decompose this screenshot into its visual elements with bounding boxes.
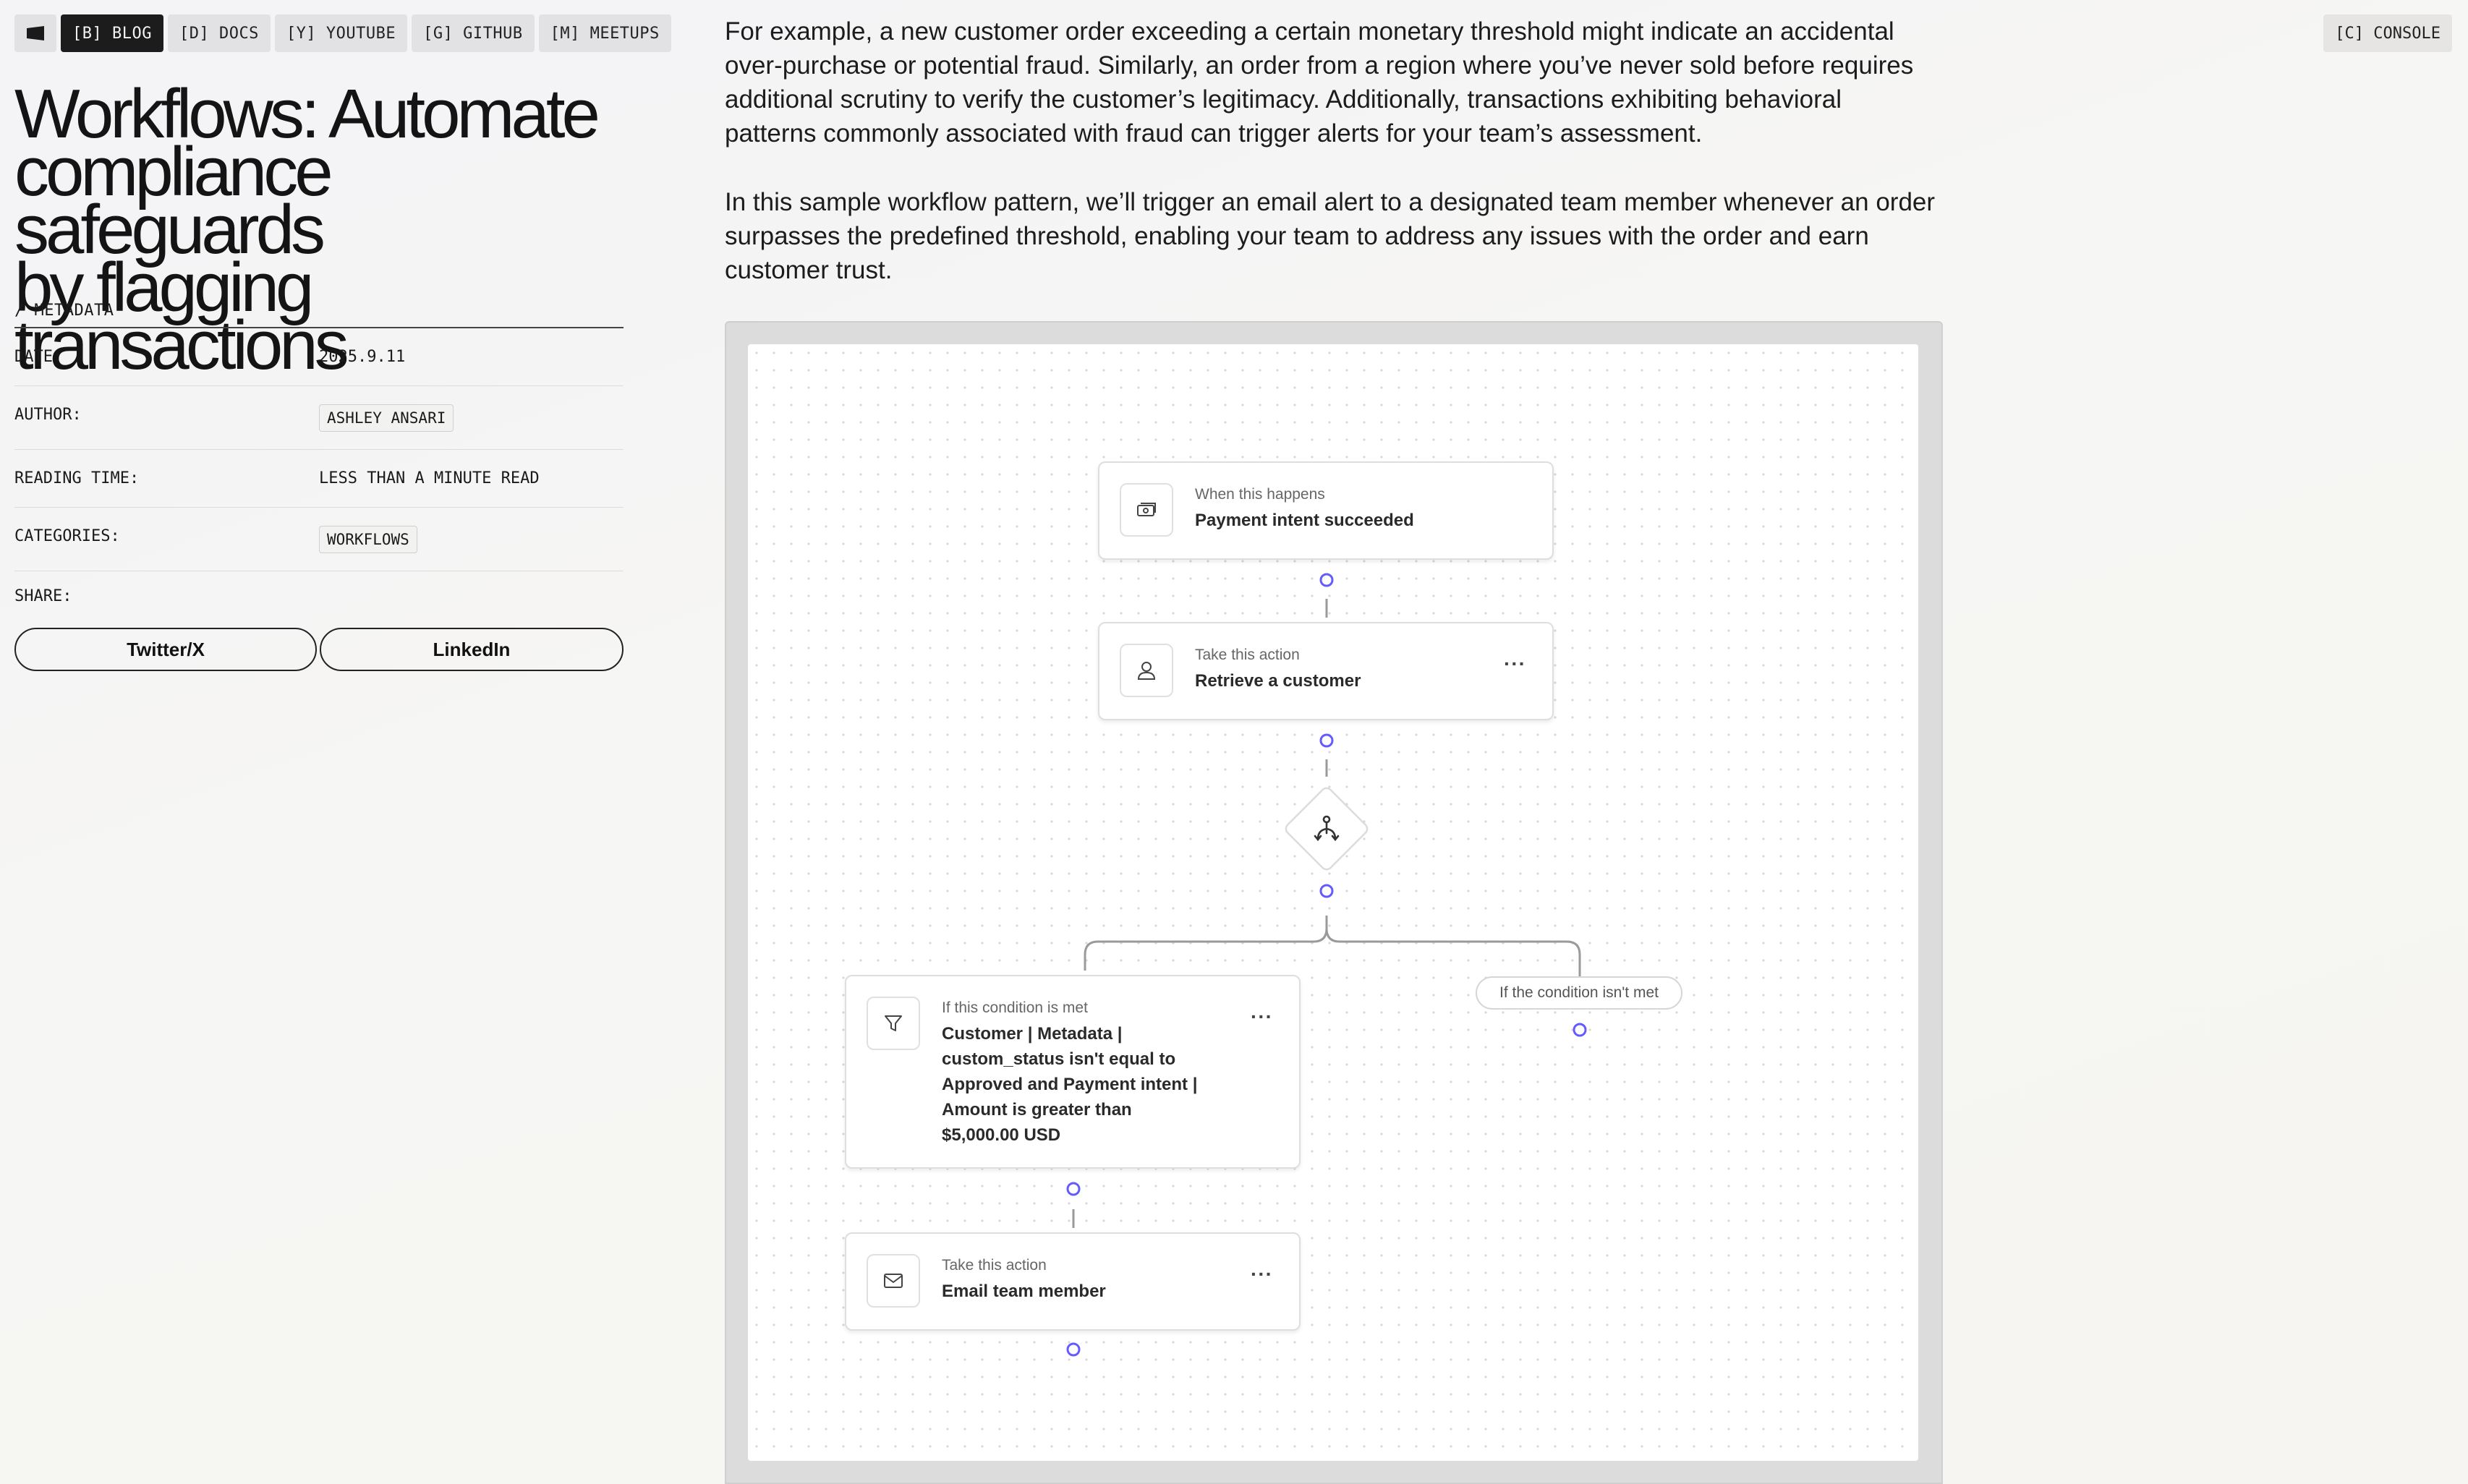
category-tag[interactable]: WORKFLOWS	[319, 525, 417, 553]
connector-dot	[1319, 884, 1334, 898]
console-button[interactable]: [C] CONSOLE	[2323, 14, 2452, 52]
meta-key: AUTHOR:	[14, 406, 82, 424]
payment-icon	[1120, 483, 1173, 537]
filter-icon	[867, 997, 920, 1050]
trigger-card[interactable]: When this happens Payment intent succeed…	[1098, 461, 1554, 560]
condition-line: custom_status isn't equal to	[942, 1049, 1176, 1069]
card-title: Retrieve a customer	[1195, 671, 1361, 691]
more-icon[interactable]: ···	[1504, 652, 1526, 675]
meta-key: DATE:	[14, 348, 63, 366]
paragraph-line: For example, a new customer order exceed…	[725, 17, 1894, 46]
card-subtitle: If this condition is met	[942, 999, 1088, 1016]
nav-docs[interactable]: [D] DOCS	[167, 14, 271, 52]
card-subtitle: Take this action	[942, 1257, 1047, 1274]
card-subtitle: Take this action	[1195, 647, 1300, 663]
article-paragraph: For example, a new customer order exceed…	[725, 14, 1969, 150]
retrieve-customer-card[interactable]: Take this action Retrieve a customer ···	[1098, 622, 1554, 720]
metadata-header: / METADATA	[14, 294, 624, 328]
share-label: SHARE:	[14, 587, 72, 605]
logo-icon[interactable]	[14, 14, 56, 52]
share-linkedin-button[interactable]: LinkedIn	[320, 628, 624, 671]
else-branch-label[interactable]: If the condition isn't met	[1476, 976, 1682, 1010]
meta-row-categories: CATEGORIES: WORKFLOWS	[14, 508, 624, 571]
condition-line: Amount is greater than	[942, 1100, 1132, 1120]
meta-row-reading-time: READING TIME: LESS THAN A MINUTE READ	[14, 450, 624, 508]
paragraph-line: over-purchase or potential fraud. Simila…	[725, 51, 1914, 80]
meta-row-date: DATE: 2025.9.11	[14, 328, 624, 386]
more-icon[interactable]: ···	[1251, 1263, 1273, 1286]
condition-line: Customer | Metadata |	[942, 1024, 1123, 1044]
condition-card[interactable]: If this condition is met Customer | Meta…	[845, 975, 1301, 1169]
card-title: Customer | Metadata | custom_status isn'…	[942, 1021, 1197, 1148]
user-icon	[1120, 644, 1173, 697]
branch-node	[1285, 787, 1369, 871]
connector-dot	[1573, 1023, 1587, 1037]
card-subtitle: When this happens	[1195, 486, 1325, 503]
mail-icon	[867, 1254, 920, 1308]
nav-meetups[interactable]: [M] MEETUPS	[538, 14, 671, 52]
paragraph-line: customer trust.	[725, 256, 893, 284]
connector-dot	[1066, 1342, 1081, 1357]
email-card[interactable]: Take this action Email team member ···	[845, 1232, 1301, 1331]
meta-value: LESS THAN A MINUTE READ	[319, 469, 540, 487]
card-title: Payment intent succeeded	[1195, 511, 1414, 530]
share-twitter-button[interactable]: Twitter/X	[14, 628, 317, 671]
condition-line: $5,000.00 USD	[942, 1125, 1061, 1145]
paragraph-line: additional scrutiny to verify the custom…	[725, 85, 1842, 114]
paragraph-line: In this sample workflow pattern, we’ll t…	[725, 188, 1936, 216]
meta-key: CATEGORIES:	[14, 527, 120, 545]
article-paragraph: In this sample workflow pattern, we’ll t…	[725, 185, 1969, 287]
connector-dot	[1319, 573, 1334, 587]
paragraph-line: patterns commonly associated with fraud …	[725, 119, 1703, 148]
nav-github[interactable]: [G] GITHUB	[412, 14, 535, 52]
paragraph-line: surpasses the predefined threshold, enab…	[725, 222, 1869, 250]
condition-line: Approved and Payment intent |	[942, 1075, 1198, 1094]
title-line: compliance safeguards	[14, 133, 333, 268]
top-nav: [B] BLOG [D] DOCS [Y] YOUTUBE [G] GITHUB…	[14, 14, 671, 52]
meta-row-author: AUTHOR: ASHLEY ANSARI	[14, 386, 624, 450]
connector-dot	[1066, 1182, 1081, 1196]
meta-key: READING TIME:	[14, 469, 140, 487]
connector-dot	[1319, 733, 1334, 748]
meta-value: 2025.9.11	[319, 348, 406, 366]
author-tag[interactable]: ASHLEY ANSARI	[319, 404, 454, 432]
nav-blog[interactable]: [B] BLOG	[61, 14, 163, 52]
nav-youtube[interactable]: [Y] YOUTUBE	[274, 14, 408, 52]
card-title: Email team member	[942, 1282, 1106, 1301]
more-icon[interactable]: ···	[1251, 1005, 1273, 1028]
